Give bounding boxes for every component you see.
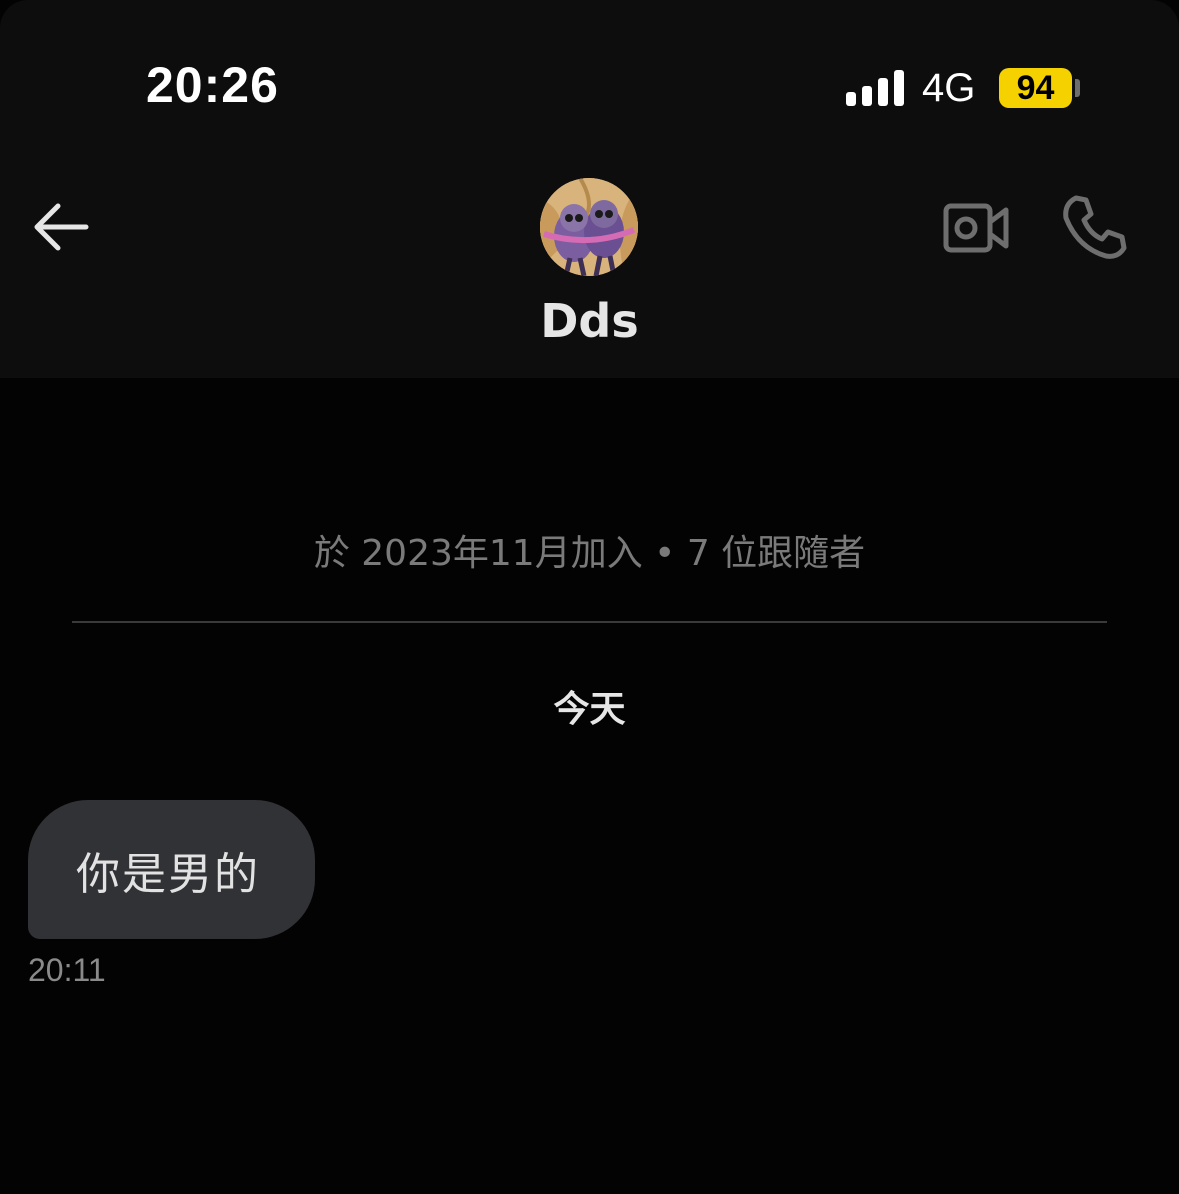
message-bubble[interactable]: 你是男的: [28, 800, 315, 939]
date-separator: 今天: [553, 689, 626, 730]
network-type: 4G: [922, 66, 976, 110]
chat-header: 20:26 4G 94 Dds: [0, 0, 1179, 378]
avatar-image: [540, 178, 638, 276]
battery-icon: 94: [999, 68, 1072, 108]
arrow-left-icon: [34, 203, 89, 251]
contact-avatar[interactable]: [540, 178, 638, 276]
divider: [72, 621, 1107, 623]
battery-level: 94: [1016, 68, 1055, 107]
message-text: 你是男的: [76, 848, 260, 900]
profile-join-info: 於 2023年11月加入 • 7 位跟隨者: [313, 533, 866, 574]
signal-icon: [846, 70, 906, 106]
battery-tip: [1075, 79, 1080, 97]
message-timestamp: 20:11: [28, 952, 106, 988]
back-button[interactable]: [30, 198, 92, 256]
phone-icon: [1063, 195, 1127, 259]
voice-call-button[interactable]: [1060, 192, 1130, 262]
contact-name[interactable]: Dds: [0, 294, 1179, 348]
status-time: 20:26: [146, 57, 279, 113]
video-camera-icon: [943, 203, 1009, 253]
dm-chat-screen: 20:26 4G 94 Dds 於 2023年11月加入 • 7 位跟隨者 今天…: [0, 0, 1179, 1194]
video-call-button[interactable]: [940, 198, 1012, 258]
